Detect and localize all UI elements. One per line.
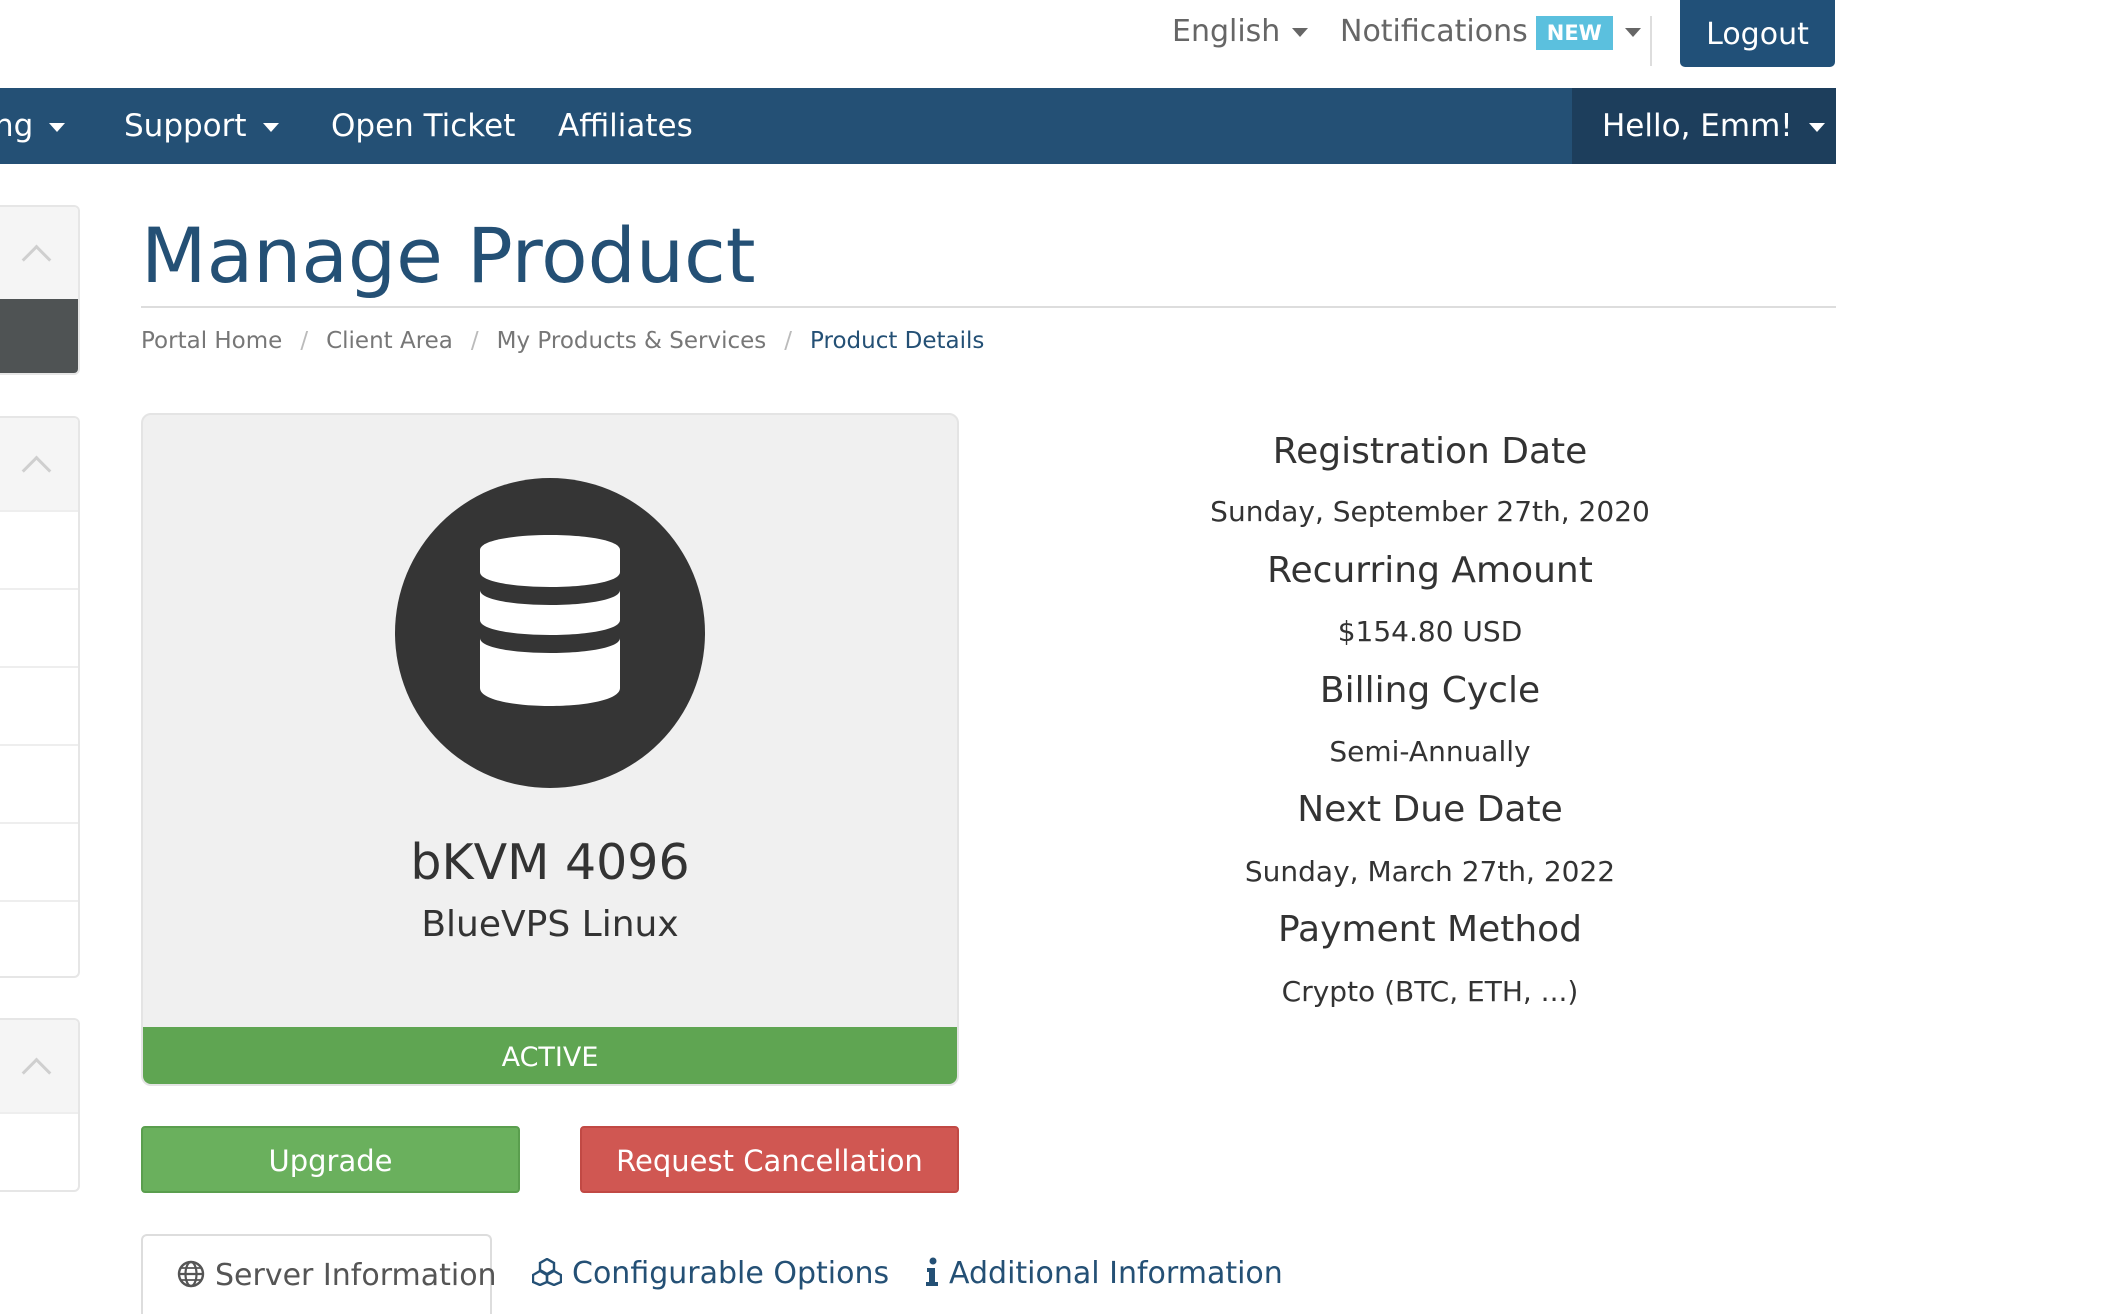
product-name: bKVM 4096 <box>410 834 690 891</box>
product-card: bKVM 4096 BlueVPS Linux ACTIVE <box>141 413 959 1086</box>
nav-item-support[interactable]: Support <box>124 88 279 164</box>
sidebar-panel-3 <box>0 1018 80 1192</box>
nav-item-label: ng <box>0 108 34 144</box>
breadcrumb-separator: / <box>784 328 793 354</box>
user-greeting-label: Hello, Emm! <box>1602 108 1793 144</box>
cubes-icon <box>532 1257 562 1286</box>
sidebar-panel-1 <box>0 205 80 375</box>
tab-label: Server Information <box>215 1258 497 1293</box>
logout-button[interactable]: Logout <box>1680 0 1835 67</box>
billing-cycle-value: Semi-Annually <box>1329 735 1531 768</box>
sidebar-active-item[interactable] <box>0 299 78 373</box>
nav-item-label: Support <box>124 108 247 144</box>
topbar-divider <box>1650 16 1652 66</box>
sidebar-item[interactable] <box>0 510 78 590</box>
breadcrumb-client-area[interactable]: Client Area <box>326 328 453 354</box>
notifications-label: Notifications <box>1340 14 1528 49</box>
sidebar-panel-header[interactable] <box>0 418 78 510</box>
nav-item-open-ticket[interactable]: Open Ticket <box>331 88 515 164</box>
user-menu[interactable]: Hello, Emm! <box>1572 88 1836 164</box>
tab-configurable-options[interactable]: Configurable Options <box>532 1234 889 1314</box>
notifications-menu[interactable]: Notifications NEW <box>1340 10 1641 54</box>
breadcrumb-separator: / <box>470 328 479 354</box>
payment-method-label: Payment Method <box>1277 909 1583 950</box>
next-due-date-label: Next Due Date <box>1297 789 1563 830</box>
globe-icon <box>177 1260 205 1287</box>
status-badge: ACTIVE <box>143 1027 957 1084</box>
sidebar-item[interactable] <box>0 666 78 746</box>
sidebar-item[interactable] <box>0 822 78 902</box>
request-cancellation-button[interactable]: Request Cancellation <box>580 1126 959 1193</box>
title-divider <box>141 306 1836 308</box>
sidebar-panel-header[interactable] <box>0 1020 78 1112</box>
registration-date-value: Sunday, September 27th, 2020 <box>1210 495 1650 528</box>
tab-label: Configurable Options <box>572 1256 890 1291</box>
sidebar-panel-header[interactable] <box>0 207 78 299</box>
billing-cycle-label: Billing Cycle <box>1319 670 1541 711</box>
recurring-amount-value: $154.80 USD <box>1337 615 1523 648</box>
nav-item-partial[interactable]: ng <box>0 88 66 164</box>
sidebar-panel-2 <box>0 416 80 978</box>
chevron-down-icon <box>1292 28 1309 37</box>
chevron-down-icon <box>1808 123 1825 132</box>
main-navbar: ng Support Open Ticket Affiliates Hello,… <box>0 88 1836 164</box>
chevron-down-icon <box>1624 28 1641 37</box>
user-greeting[interactable]: Hello, Emm! <box>1602 88 1825 164</box>
upgrade-button[interactable]: Upgrade <box>141 1126 520 1193</box>
breadcrumb: Portal Home / Client Area / My Products & Se… <box>141 325 984 357</box>
payment-method-value: Crypto (BTC, ETH, ...) <box>1281 975 1579 1008</box>
page-title: Manage Product <box>141 211 756 300</box>
nav-item-label: Affiliates <box>558 108 693 144</box>
next-due-date-value: Sunday, March 27th, 2022 <box>1244 855 1616 888</box>
database-icon <box>480 535 620 706</box>
sidebar-item[interactable] <box>0 744 78 824</box>
chevron-up-icon[interactable] <box>21 455 52 486</box>
chevron-up-icon[interactable] <box>21 244 52 275</box>
product-icon-circle <box>395 478 705 788</box>
registration-date-label: Registration Date <box>1272 431 1588 472</box>
breadcrumb-products-services[interactable]: My Products & Services <box>497 328 767 354</box>
tab-label: Additional Information <box>949 1256 1283 1291</box>
tab-server-information[interactable]: Server Information <box>141 1234 497 1314</box>
chevron-down-icon <box>49 123 66 132</box>
breadcrumb-separator: / <box>300 328 309 354</box>
tab-additional-information[interactable]: Additional Information <box>925 1234 1283 1314</box>
recurring-amount-label: Recurring Amount <box>1267 550 1593 591</box>
chevron-down-icon <box>262 123 279 132</box>
nav-item-label: Open Ticket <box>331 108 516 144</box>
chevron-up-icon[interactable] <box>21 1057 52 1088</box>
product-group: BlueVPS Linux <box>421 904 679 945</box>
sidebar-item[interactable] <box>0 1112 78 1190</box>
language-selector[interactable]: English <box>1172 10 1309 54</box>
breadcrumb-portal-home[interactable]: Portal Home <box>141 328 282 354</box>
language-label: English <box>1172 14 1281 49</box>
nav-item-affiliates[interactable]: Affiliates <box>558 88 693 164</box>
notifications-new-badge: NEW <box>1535 15 1613 50</box>
info-icon <box>926 1257 938 1286</box>
breadcrumb-product-details: Product Details <box>810 328 985 354</box>
sidebar-item[interactable] <box>0 900 78 976</box>
sidebar-item[interactable] <box>0 588 78 668</box>
